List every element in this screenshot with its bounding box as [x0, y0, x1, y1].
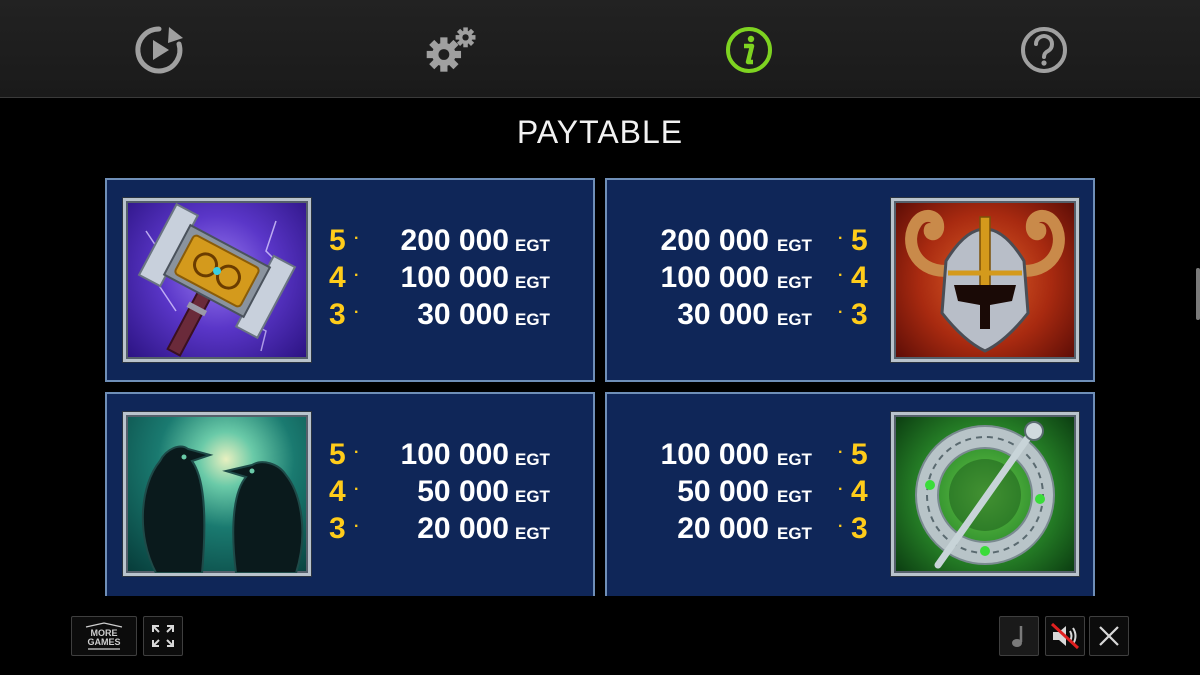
- symbol-count: 3: [851, 298, 868, 331]
- pay-unit: EGT: [515, 273, 550, 292]
- replay-button[interactable]: [131, 22, 187, 78]
- paytable-panel-ravens: 5 · 100 000 EGT 4 · 50 000 EGT 3 · 20 00…: [105, 392, 595, 596]
- horned-helmet-symbol: [891, 198, 1079, 362]
- settings-button[interactable]: [424, 22, 480, 78]
- separator-dot: ·: [354, 481, 360, 498]
- symbol-count: 4: [329, 475, 346, 508]
- pay-amount: 20 000: [417, 512, 509, 545]
- ravens-symbol: [123, 412, 311, 576]
- pay-amount: 100 000: [660, 438, 769, 471]
- scrollbar-handle[interactable]: [1196, 268, 1200, 320]
- pay-amount: 200 000: [400, 224, 509, 257]
- question-icon: [1021, 27, 1067, 73]
- separator-dot: ·: [838, 518, 844, 535]
- underline-icon: [88, 647, 120, 650]
- pay-row: 100 000 EGT · 4: [645, 261, 895, 298]
- pay-amount: 100 000: [400, 438, 509, 471]
- pay-amount: 50 000: [417, 475, 509, 508]
- separator-dot: ·: [354, 304, 360, 321]
- symbol-count: 3: [329, 298, 346, 331]
- separator-dot: ·: [838, 481, 844, 498]
- more-games-button[interactable]: MORE GAMES: [71, 616, 137, 656]
- pay-list: 5 · 100 000 EGT 4 · 50 000 EGT 3 · 20 00…: [327, 438, 577, 549]
- pay-amount: 30 000: [677, 298, 769, 331]
- symbol-count: 5: [329, 438, 346, 471]
- sound-button[interactable]: [1045, 616, 1085, 656]
- separator-dot: ·: [354, 444, 360, 461]
- pay-row: 200 000 EGT · 5: [645, 224, 895, 261]
- pay-unit: EGT: [515, 450, 550, 469]
- gears-icon: [426, 27, 476, 72]
- pay-row: 100 000 EGT · 5: [645, 438, 895, 475]
- pay-unit: EGT: [515, 310, 550, 329]
- pay-list: 200 000 EGT · 5 100 000 EGT · 4 30 000 E…: [645, 224, 895, 335]
- pay-list: 5 · 200 000 EGT 4 · 100 000 EGT 3 · 30 0…: [327, 224, 577, 335]
- music-note-icon: [1012, 626, 1023, 647]
- symbol-count: 4: [851, 261, 868, 294]
- pay-unit: EGT: [515, 487, 550, 506]
- close-icon: [1099, 626, 1119, 646]
- hammer-symbol: [123, 198, 311, 362]
- ravens-icon: [141, 445, 304, 573]
- symbol-count: 4: [329, 261, 346, 294]
- symbol-count: 3: [329, 512, 346, 545]
- fullscreen-icon: [152, 625, 174, 647]
- pay-row: 5 · 200 000 EGT: [327, 224, 577, 261]
- pay-unit: EGT: [777, 450, 812, 469]
- symbol-count: 5: [851, 438, 868, 471]
- replay-icon: [135, 26, 183, 74]
- pay-unit: EGT: [515, 236, 550, 255]
- symbol-count: 4: [851, 475, 868, 508]
- pay-row: 5 · 100 000 EGT: [327, 438, 577, 475]
- symbol-count: 5: [329, 224, 346, 257]
- pay-row: 30 000 EGT · 3: [645, 298, 895, 335]
- info-button[interactable]: [721, 22, 777, 78]
- pay-amount: 100 000: [660, 261, 769, 294]
- hammer-icon: [137, 202, 297, 357]
- more-games-label-line2: GAMES: [87, 636, 121, 647]
- pay-row: 50 000 EGT · 4: [645, 475, 895, 512]
- sound-muted-icon: [1050, 622, 1080, 650]
- pay-row: 3 · 30 000 EGT: [327, 298, 577, 335]
- fullscreen-button[interactable]: [143, 616, 183, 656]
- close-button[interactable]: [1089, 616, 1129, 656]
- separator-dot: ·: [838, 444, 844, 461]
- separator-dot: ·: [354, 267, 360, 284]
- pay-amount: 50 000: [677, 475, 769, 508]
- page-title: PAYTABLE: [516, 114, 684, 150]
- pay-unit: EGT: [515, 524, 550, 543]
- music-button[interactable]: [999, 616, 1039, 656]
- paytable-panel-helmet: 200 000 EGT · 5 100 000 EGT · 4 30 000 E…: [605, 178, 1095, 382]
- pay-unit: EGT: [777, 236, 812, 255]
- pay-amount: 20 000: [677, 512, 769, 545]
- separator-dot: ·: [354, 518, 360, 535]
- top-toolbar: [0, 0, 1200, 98]
- celtic-brooch-symbol: [891, 412, 1079, 576]
- pay-unit: EGT: [777, 273, 812, 292]
- separator-dot: ·: [838, 267, 844, 284]
- horned-helmet-icon: [905, 209, 1065, 353]
- symbol-count: 3: [851, 512, 868, 545]
- paytable-panel-brooch: 100 000 EGT · 5 50 000 EGT · 4 20 000 EG…: [605, 392, 1095, 596]
- pay-amount: 100 000: [400, 261, 509, 294]
- house-roof-icon: [85, 621, 123, 628]
- help-button[interactable]: [1016, 22, 1072, 78]
- info-icon: [726, 27, 772, 73]
- paytable-panel-hammer: 5 · 200 000 EGT 4 · 100 000 EGT 3 · 30 0…: [105, 178, 595, 382]
- celtic-brooch-icon: [915, 421, 1055, 569]
- pay-row: 4 · 50 000 EGT: [327, 475, 577, 512]
- symbol-count: 5: [851, 224, 868, 257]
- pay-amount: 200 000: [660, 224, 769, 257]
- separator-dot: ·: [838, 230, 844, 247]
- pay-list: 100 000 EGT · 5 50 000 EGT · 4 20 000 EG…: [645, 438, 895, 549]
- pay-unit: EGT: [777, 524, 812, 543]
- pay-row: 20 000 EGT · 3: [645, 512, 895, 549]
- pay-amount: 30 000: [417, 298, 509, 331]
- pay-unit: EGT: [777, 310, 812, 329]
- separator-dot: ·: [354, 230, 360, 247]
- separator-dot: ·: [838, 304, 844, 321]
- pay-row: 3 · 20 000 EGT: [327, 512, 577, 549]
- pay-row: 4 · 100 000 EGT: [327, 261, 577, 298]
- pay-unit: EGT: [777, 487, 812, 506]
